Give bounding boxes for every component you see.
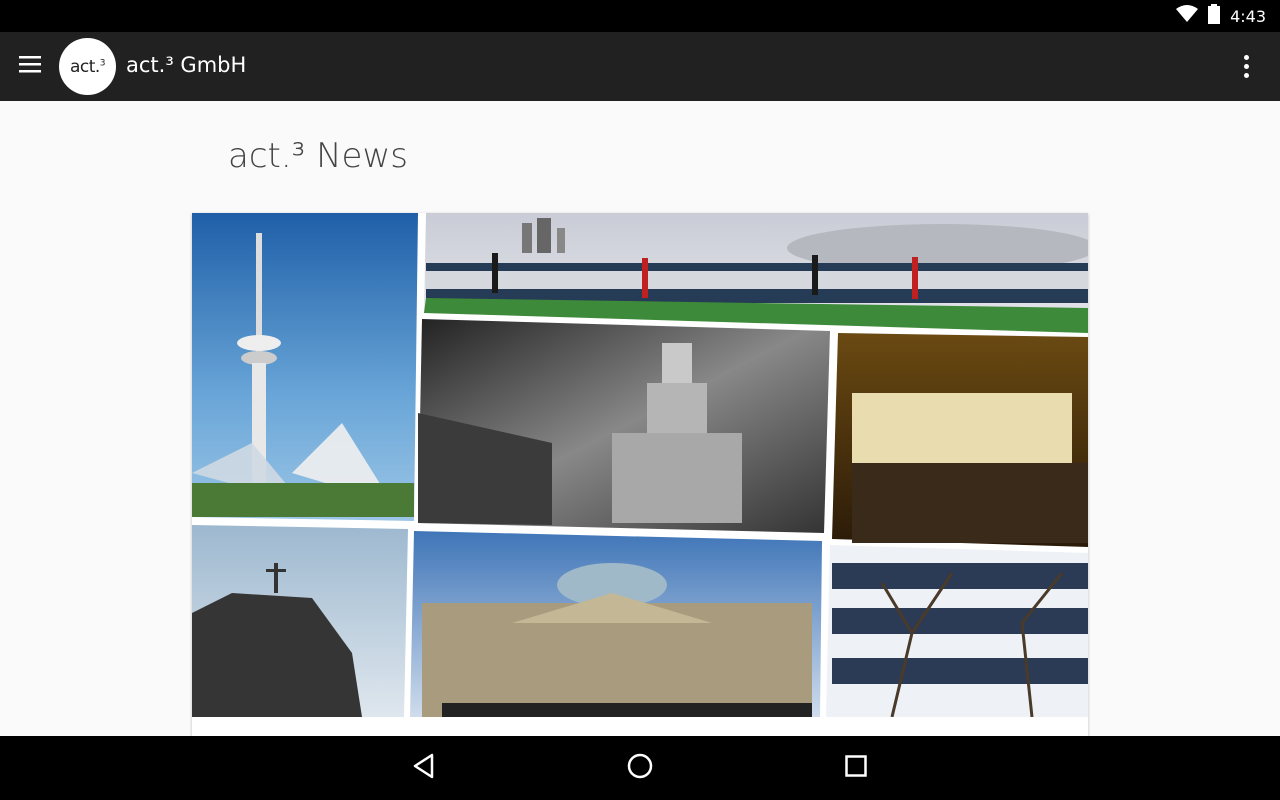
home-button[interactable] [620,748,660,788]
munich-olympic-tower-photo [192,213,418,521]
main-content: act.³ News [0,101,1280,736]
back-icon [412,753,436,783]
news-card[interactable] [192,213,1088,736]
more-vert-icon-dot [1243,63,1249,69]
warsaw-palace-of-culture-photo [418,319,830,533]
status-icons: 4:43 [1176,0,1266,32]
battery-icon [1208,4,1221,28]
status-time: 4:43 [1230,6,1266,26]
home-icon [627,753,653,783]
collage-svg [192,213,1088,717]
recents-button[interactable] [836,748,876,788]
app-bar: act.3 act.³ GmbH [0,32,1280,101]
app-title: act.³ GmbH [126,53,247,77]
back-button[interactable] [404,748,444,788]
berlin-reichstag-photo [410,531,822,717]
more-vert-icon-dot [1243,72,1249,78]
overflow-menu-button[interactable] [1234,50,1258,82]
hamburger-menu-icon [19,55,41,77]
wifi-icon [1176,5,1199,27]
menu-button[interactable] [10,46,50,86]
logo-text: act.3 [69,56,106,77]
rio-christ-redeemer-photo [192,525,408,717]
news-collage-image[interactable] [192,213,1088,717]
more-vert-icon [1243,54,1249,60]
recents-icon [845,755,867,781]
night-city-rooftops-photo [832,333,1088,547]
london-olympic-stadium-photo [424,213,1088,333]
page-title: act.³ News [228,136,408,176]
app-logo[interactable]: act.3 [59,38,116,95]
office-building-photo [826,545,1088,717]
navigation-bar [0,736,1280,800]
status-bar: 4:43 [0,0,1280,32]
